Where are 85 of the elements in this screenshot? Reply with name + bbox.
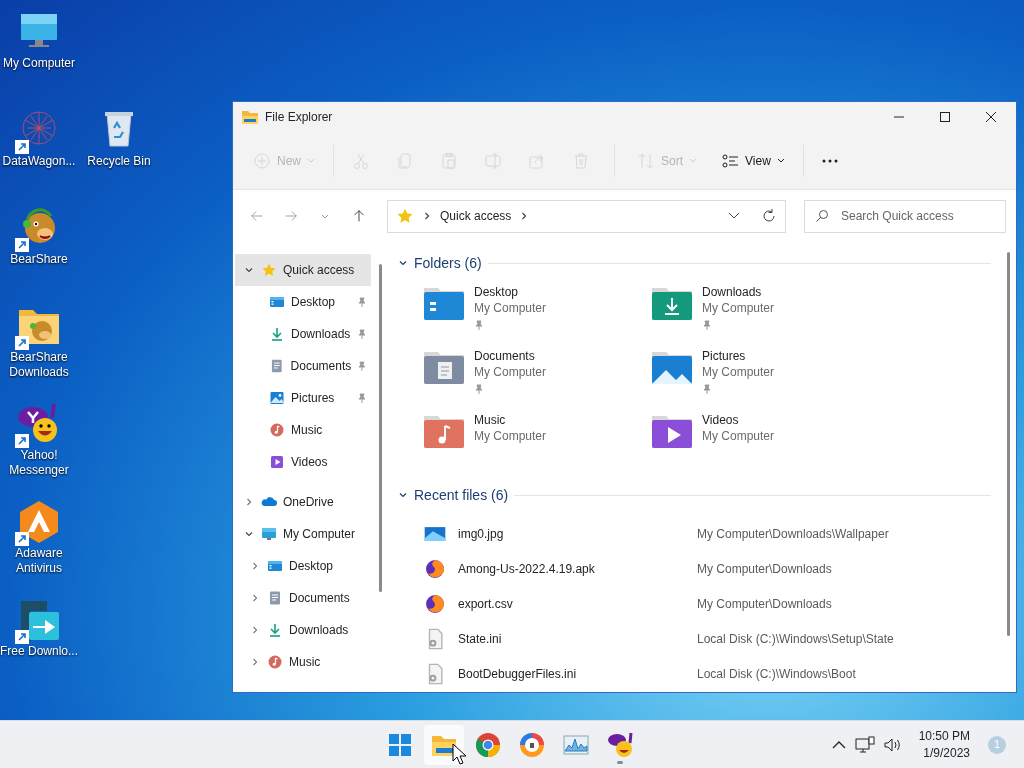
nav-tree-item[interactable]: Desktop [235, 550, 371, 582]
document-icon [267, 590, 283, 606]
nav-tree-item[interactable]: Videos [235, 446, 371, 478]
window-title: File Explorer [265, 109, 333, 126]
folder-name[interactable]: Pictures [702, 348, 775, 364]
search-box[interactable]: Search Quick access [804, 199, 1006, 233]
desktop-icon-label[interactable]: Yahoo! Messenger [0, 448, 79, 478]
minimize-icon [894, 116, 904, 118]
view-button[interactable]: View [713, 142, 793, 179]
desktop-icon-label[interactable]: BearShare Downloads [0, 350, 79, 380]
browser-app-icon [475, 731, 501, 758]
smiley-app-icon [607, 731, 633, 758]
file-name[interactable]: BootDebuggerFiles.ini [458, 664, 577, 683]
desktop-icon-label[interactable]: My Computer [3, 56, 75, 71]
network-icon [854, 735, 875, 754]
file-name[interactable]: Among-Us-2022.4.19.apk [458, 559, 595, 578]
clock-date[interactable]: 1/9/2023 [918, 744, 970, 762]
close-icon [986, 112, 996, 122]
nav-tree-item[interactable]: Music [235, 414, 371, 446]
search-field[interactable]: Search Quick access [839, 206, 989, 226]
nav-tree-item[interactable]: Quick access [235, 254, 371, 286]
nav-tree-item[interactable]: Downloads [235, 614, 371, 646]
folder-name[interactable]: Desktop [474, 284, 547, 300]
nav-tree-item[interactable]: Desktop [235, 286, 371, 318]
folder-location: My Computer [474, 300, 547, 316]
play-video-icon [269, 454, 285, 470]
clock-time[interactable]: 10:50 PM [918, 727, 970, 745]
breadcrumb-item[interactable]: Quick access [440, 207, 512, 225]
section-header[interactable]: Recent files (6) [414, 484, 509, 506]
section-header[interactable]: Folders (6) [414, 252, 482, 274]
desktop-icon-label[interactable]: BearShare [10, 252, 68, 267]
nav-tree-item[interactable]: OneDrive [235, 486, 371, 518]
refresh-icon[interactable] [761, 208, 777, 224]
folder-location: My Computer [474, 428, 547, 444]
file-location: Local Disk (C:)\Windows\Setup\State [697, 630, 894, 648]
music-note-icon [269, 422, 285, 438]
desktop-icon-label[interactable]: DataWagon... [2, 154, 76, 169]
file-name[interactable]: img0.jpg [458, 524, 504, 543]
desktop-icon-label[interactable]: Free Downlo... [0, 644, 78, 659]
folder-name[interactable]: Videos [702, 412, 775, 428]
maximize-icon [940, 112, 950, 122]
document-icon [269, 358, 285, 374]
landscape-picture-icon [269, 390, 285, 406]
desktop-icon-label[interactable]: Adaware Antivirus [0, 546, 79, 576]
mouse-pointer-icon [452, 743, 466, 765]
screen-folder-icon [267, 558, 283, 574]
star-icon [261, 262, 277, 278]
music-note-icon [267, 654, 283, 670]
chevron-down-icon[interactable] [727, 211, 741, 221]
chevron-down-icon [321, 213, 329, 219]
folder-name[interactable]: Downloads [702, 284, 775, 300]
nav-tree-item[interactable]: Documents [235, 582, 371, 614]
folder-name[interactable]: Music [474, 412, 547, 428]
scrollbar[interactable] [379, 264, 382, 592]
file-name[interactable]: State.ini [458, 629, 502, 648]
nav-tree-item[interactable]: Pictures [235, 382, 371, 414]
nav-tree-item[interactable]: My Computer [235, 518, 371, 550]
windows-logo-icon [387, 731, 413, 758]
nav-tree-item[interactable]: Documents [235, 350, 371, 382]
nav-tree-item[interactable]: Music [235, 646, 371, 678]
desktop-icon-label[interactable]: Recycle Bin [87, 154, 151, 169]
screen-folder-icon [269, 294, 285, 310]
nav-tree-item[interactable]: Downloads [235, 318, 371, 350]
shield-browser-icon [519, 731, 545, 758]
chevron-right-icon [422, 211, 432, 221]
folder-icon [241, 109, 259, 125]
download-arrow-icon [267, 622, 283, 638]
file-location: My Computer\Downloads [697, 560, 832, 578]
folder-location: My Computer [702, 364, 775, 380]
file-location: My Computer\Downloads [697, 595, 832, 613]
scrollbar[interactable] [1007, 252, 1010, 636]
file-name[interactable]: export.csv [458, 594, 513, 613]
file-location: Local Disk (C:)\Windows\Boot [697, 665, 856, 683]
search-icon [815, 209, 829, 223]
star-icon [396, 207, 414, 225]
folder-location: My Computer [474, 364, 547, 380]
file-location: My Computer\Downloads\Wallpaper [697, 525, 889, 543]
browser-file-icon [424, 557, 446, 580]
folder-name[interactable]: Documents [474, 348, 547, 364]
download-arrow-icon [269, 326, 285, 342]
monitor-icon [261, 526, 277, 542]
folder-location: My Computer [702, 300, 775, 316]
address-bar[interactable]: Quick access [387, 199, 786, 233]
browser-file-icon [424, 592, 446, 615]
folder-location: My Computer [702, 428, 775, 444]
